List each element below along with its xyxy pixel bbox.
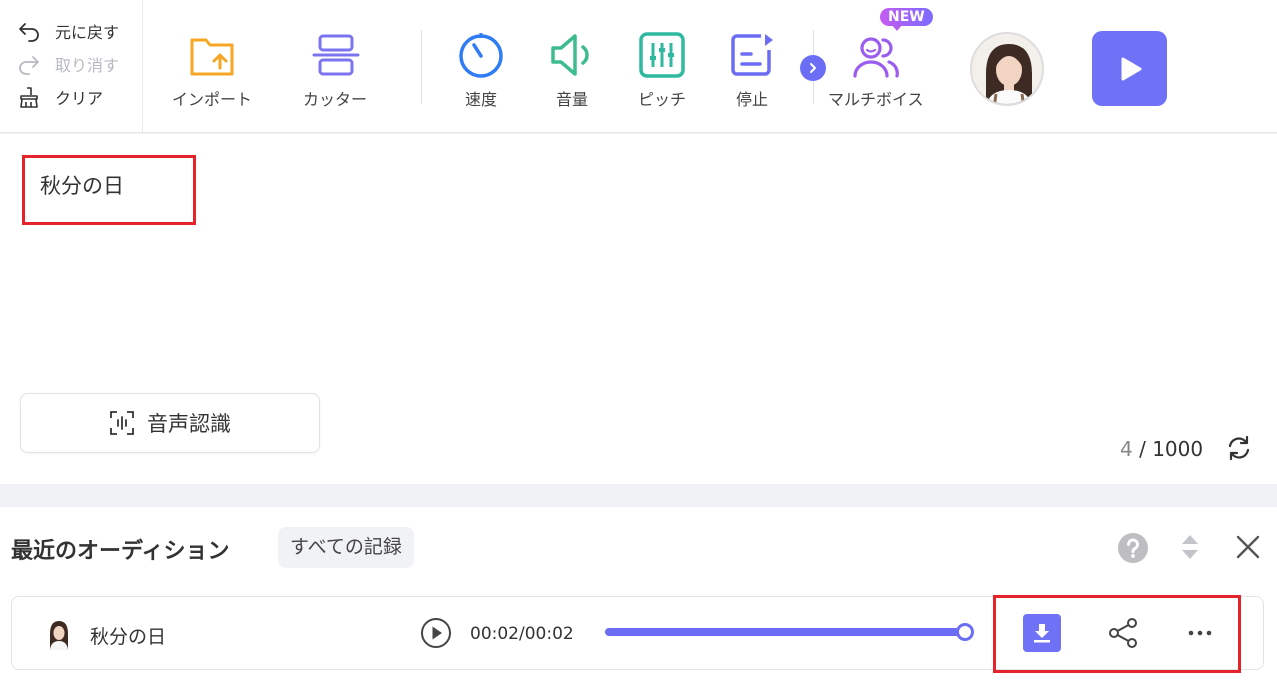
all-records-button[interactable]: すべての記録	[278, 527, 414, 568]
speed-label: 速度	[464, 90, 497, 109]
redo-button[interactable]: 取り消す	[17, 52, 119, 76]
volume-label: 音量	[555, 90, 588, 109]
record-avatar	[45, 618, 73, 650]
pitch-button[interactable]: ピッチ	[637, 30, 687, 110]
chevron-right-icon	[810, 63, 816, 73]
history-group: 元に戻す 取り消す クリア	[0, 0, 143, 133]
panel-title: 最近のオーディション	[11, 539, 230, 564]
record-time: 00:02/00:02	[470, 624, 574, 644]
highlight-box	[22, 155, 196, 225]
speed-button[interactable]: 速度	[456, 30, 506, 110]
multivoice-button[interactable]: マルチボイス	[828, 30, 924, 110]
expand-tools-button[interactable]	[800, 55, 826, 81]
record-progress-bar[interactable]	[605, 623, 974, 641]
broom-icon	[20, 87, 38, 108]
undo-icon	[19, 23, 39, 42]
text-editor[interactable]: 秋分の日 音声認識 4 / 1000	[0, 134, 1277, 484]
undo-button[interactable]: 元に戻す	[17, 19, 119, 43]
highlight-box	[993, 595, 1241, 673]
play-circle-icon[interactable]	[420, 617, 452, 649]
volume-icon	[551, 34, 589, 76]
pause-button[interactable]: 停止	[727, 30, 777, 110]
cutter-icon	[312, 34, 360, 76]
import-button[interactable]: インポート	[172, 30, 252, 110]
record-title: 秋分の日	[90, 626, 167, 648]
multivoice-icon	[853, 37, 899, 78]
multivoice-label: マルチボイス	[828, 90, 924, 109]
pause-doc-icon	[731, 34, 773, 76]
cutter-button[interactable]: カッター	[303, 30, 367, 110]
clear-label: クリア	[55, 89, 104, 108]
help-icon[interactable]	[1117, 532, 1149, 564]
play-icon	[1121, 57, 1141, 80]
redo-icon	[19, 56, 39, 75]
refresh-icon[interactable]	[1225, 434, 1253, 462]
voice-scan-icon	[110, 411, 134, 435]
voice-avatar[interactable]	[970, 32, 1044, 106]
undo-label: 元に戻す	[55, 23, 120, 42]
redo-label: 取り消す	[55, 56, 120, 75]
new-badge: NEW	[880, 8, 933, 31]
volume-button[interactable]: 音量	[547, 30, 597, 110]
toolbar-divider	[421, 30, 422, 104]
collapse-toggle-icon[interactable]	[1178, 532, 1202, 562]
pause-label: 停止	[735, 90, 768, 109]
pitch-label: ピッチ	[637, 90, 686, 109]
char-separator: /	[1132, 437, 1153, 461]
cutter-label: カッター	[303, 90, 368, 109]
speedometer-icon	[459, 33, 503, 78]
equalizer-icon	[639, 32, 685, 78]
play-button[interactable]	[1092, 31, 1167, 106]
avatar-portrait	[972, 34, 1042, 104]
import-label: インポート	[172, 90, 253, 109]
toolbar: 元に戻す 取り消す クリア インポート カッター 速度 音量 ピッチ 停止 マル…	[0, 0, 1277, 133]
char-count: 4	[1120, 437, 1133, 461]
speech-recognition-button[interactable]: 音声認識	[20, 393, 320, 453]
speech-recognition-label: 音声認識	[147, 412, 231, 436]
close-icon[interactable]	[1234, 533, 1262, 561]
char-limit: 1000	[1152, 437, 1204, 461]
folder-import-icon	[190, 38, 234, 76]
char-counter: 4 / 1000	[1120, 437, 1203, 461]
recent-auditions-panel: 最近のオーディション すべての記録 秋分の日 00:02/00:02	[0, 507, 1277, 687]
progress-fill	[605, 628, 965, 636]
clear-button[interactable]: クリア	[17, 85, 103, 109]
avatar-portrait	[45, 618, 73, 650]
progress-knob[interactable]	[956, 623, 974, 641]
